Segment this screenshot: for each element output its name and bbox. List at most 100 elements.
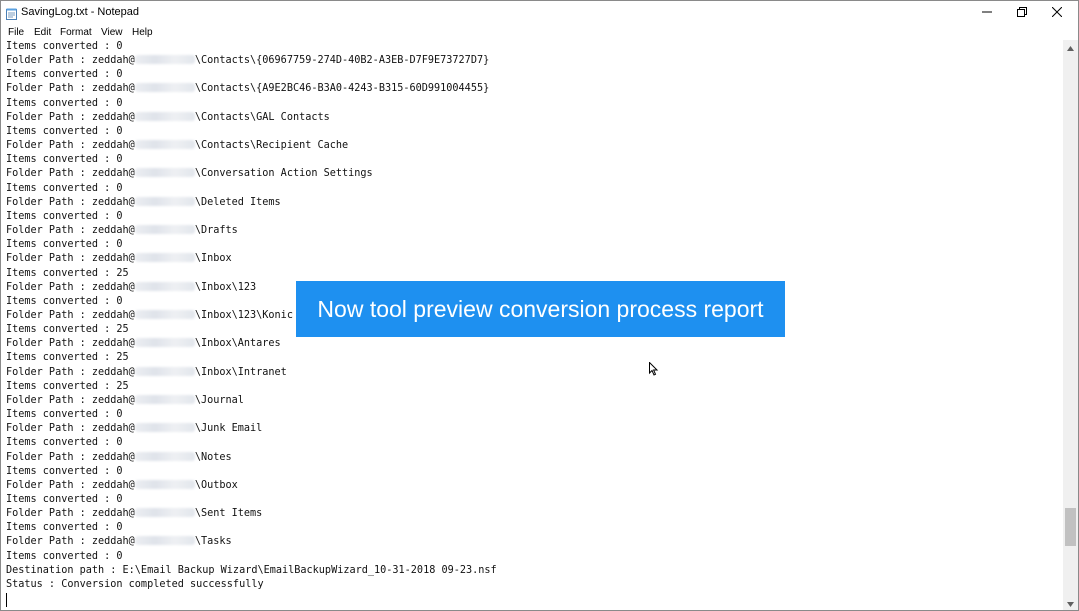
log-line: Folder Path : zeddah@ \Tasks — [6, 535, 497, 549]
log-line-path: \Inbox — [194, 253, 232, 265]
log-line: Folder Path : zeddah@ \Contacts\{A9E2BC46… — [6, 82, 497, 96]
notepad-icon — [6, 7, 17, 20]
log-line-path: \Contacts\Recipient Cache — [194, 140, 349, 152]
redacted-domain — [134, 479, 195, 489]
log-line-text: Items converted : 0 — [6, 465, 123, 477]
log-line-text: Folder Path : zeddah@ — [6, 55, 135, 67]
restore-button[interactable] — [1004, 1, 1040, 25]
redacted-domain — [134, 309, 195, 319]
log-line-path: \Inbox\123 — [194, 281, 257, 293]
log-line-text: Folder Path : zeddah@ — [6, 479, 135, 491]
log-line: Folder Path : zeddah@ \Inbox\Antares — [6, 337, 497, 351]
log-line: Folder Path : zeddah@ \Notes — [6, 451, 497, 465]
notepad-window: SavingLog.txt - Notepad File Edit Format… — [0, 0, 1079, 611]
log-line-path: \Notes — [194, 451, 232, 463]
log-line: Items converted : 0 — [6, 436, 497, 450]
log-line-text: Items converted : 0 — [6, 494, 123, 505]
log-line-text: Items converted : 0 — [6, 409, 123, 421]
log-line-text: Folder Path : zeddah@ — [6, 281, 135, 293]
log-line-text: Destination path : E:\Email Backup Wizar… — [6, 564, 497, 576]
log-line-text: Folder Path : zeddah@ — [6, 451, 135, 463]
redacted-domain — [134, 394, 195, 404]
log-line-path: \Drafts — [194, 225, 238, 237]
redacted-domain — [134, 83, 195, 93]
menu-help[interactable]: Help — [132, 25, 153, 40]
log-line-text: Items converted : 0 — [6, 97, 123, 109]
redacted-domain — [134, 253, 195, 263]
log-line: Folder Path : zeddah@ \Deleted Items — [6, 196, 497, 210]
log-line-text: Items converted : 0 — [6, 41, 123, 52]
caption-banner: Now tool preview conversion process repo… — [296, 281, 785, 337]
log-line-text: Folder Path : zeddah@ — [6, 140, 135, 152]
close-button[interactable] — [1039, 1, 1075, 25]
log-line-text: Items converted : 0 — [6, 522, 123, 534]
log-line-text: Folder Path : zeddah@ — [6, 508, 135, 520]
log-line: Folder Path : zeddah@ \Outbox — [6, 479, 497, 493]
log-line-path: \Contacts\{06967759-274D-40B2-A3EB-D7F9E… — [194, 55, 490, 67]
log-line: Folder Path : zeddah@ \Contacts\Recipient… — [6, 139, 497, 153]
caption-text: Now tool preview conversion process repo… — [317, 295, 764, 322]
close-icon — [1051, 4, 1063, 22]
log-line-text: Items converted : 0 — [6, 182, 123, 194]
redacted-domain — [134, 508, 195, 518]
menu-edit[interactable]: Edit — [34, 25, 51, 40]
log-line-text: Items converted : 0 — [6, 154, 123, 166]
log-line-text: Items converted : 0 — [6, 295, 123, 307]
log-line: Folder Path : zeddah@ \Drafts — [6, 224, 497, 238]
log-line: Items converted : 0 — [6, 182, 497, 196]
log-line-path: \Junk Email — [194, 423, 263, 435]
log-line: Folder Path : zeddah@ \Inbox — [6, 252, 497, 266]
log-line-path: \Inbox\Antares — [194, 338, 281, 350]
title-bar[interactable]: SavingLog.txt - Notepad — [1, 1, 1078, 25]
scroll-down-button[interactable] — [1063, 596, 1078, 610]
log-line-text: Items converted : 0 — [6, 239, 123, 251]
log-line: Items converted : 25 — [6, 351, 497, 365]
minimize-icon — [982, 4, 992, 22]
log-line-path: \Inbox\Intranet — [194, 366, 287, 378]
chevron-down-icon — [1067, 594, 1074, 610]
redacted-domain — [134, 423, 195, 433]
log-line-text: Items converted : 0 — [6, 125, 123, 137]
log-line-path: \Sent Items — [194, 508, 263, 520]
log-line: Items converted : 0 — [6, 238, 497, 252]
restore-icon — [1017, 4, 1027, 22]
redacted-domain — [134, 140, 195, 150]
log-line: Folder Path : zeddah@ \Contacts\GAL Conta… — [6, 111, 497, 125]
redacted-domain — [134, 451, 195, 461]
log-line-text: Items converted : 25 — [6, 352, 129, 364]
log-line-text: Items converted : 0 — [6, 437, 123, 449]
menu-view[interactable]: View — [101, 25, 123, 40]
redacted-domain — [134, 281, 195, 291]
log-line-text: Folder Path : zeddah@ — [6, 394, 135, 406]
log-line: Destination path : E:\Email Backup Wizar… — [6, 564, 497, 578]
log-line: Items converted : 0 — [6, 153, 497, 167]
log-line: Items converted : 0 — [6, 465, 497, 479]
log-line-text: Folder Path : zeddah@ — [6, 111, 135, 123]
log-line: Items converted : 0 — [6, 521, 497, 535]
minimize-button[interactable] — [969, 1, 1005, 25]
log-line: Items converted : 0 — [6, 68, 497, 82]
scroll-up-button[interactable] — [1063, 40, 1078, 54]
log-line-text: Folder Path : zeddah@ — [6, 536, 135, 548]
log-line-text: Folder Path : zeddah@ — [6, 168, 135, 180]
log-line-text: Folder Path : zeddah@ — [6, 225, 135, 237]
text-caret — [6, 593, 7, 607]
log-line-text: Folder Path : zeddah@ — [6, 83, 135, 95]
log-line-path: \Inbox\123\Konic — [194, 309, 293, 321]
log-line: Items converted : 0 — [6, 210, 497, 224]
redacted-domain — [134, 168, 195, 178]
window-title: SavingLog.txt - Notepad — [21, 6, 140, 18]
menu-format[interactable]: Format — [60, 25, 92, 40]
log-line-path: \Outbox — [194, 479, 238, 491]
scroll-thumb[interactable] — [1065, 507, 1076, 546]
log-line: Folder Path : zeddah@ \Junk Email — [6, 422, 497, 436]
redacted-domain — [134, 111, 195, 121]
vertical-scrollbar[interactable] — [1063, 40, 1078, 610]
log-line: Folder Path : zeddah@ \Journal — [6, 394, 497, 408]
menu-file[interactable]: File — [8, 25, 24, 40]
log-line-text: Items converted : 25 — [6, 380, 129, 392]
log-line-text: Items converted : 0 — [6, 210, 123, 222]
log-line: Items converted : 0 — [6, 408, 497, 422]
mouse-pointer-icon — [649, 361, 659, 376]
log-line: Folder Path : zeddah@ \Sent Items — [6, 507, 497, 521]
